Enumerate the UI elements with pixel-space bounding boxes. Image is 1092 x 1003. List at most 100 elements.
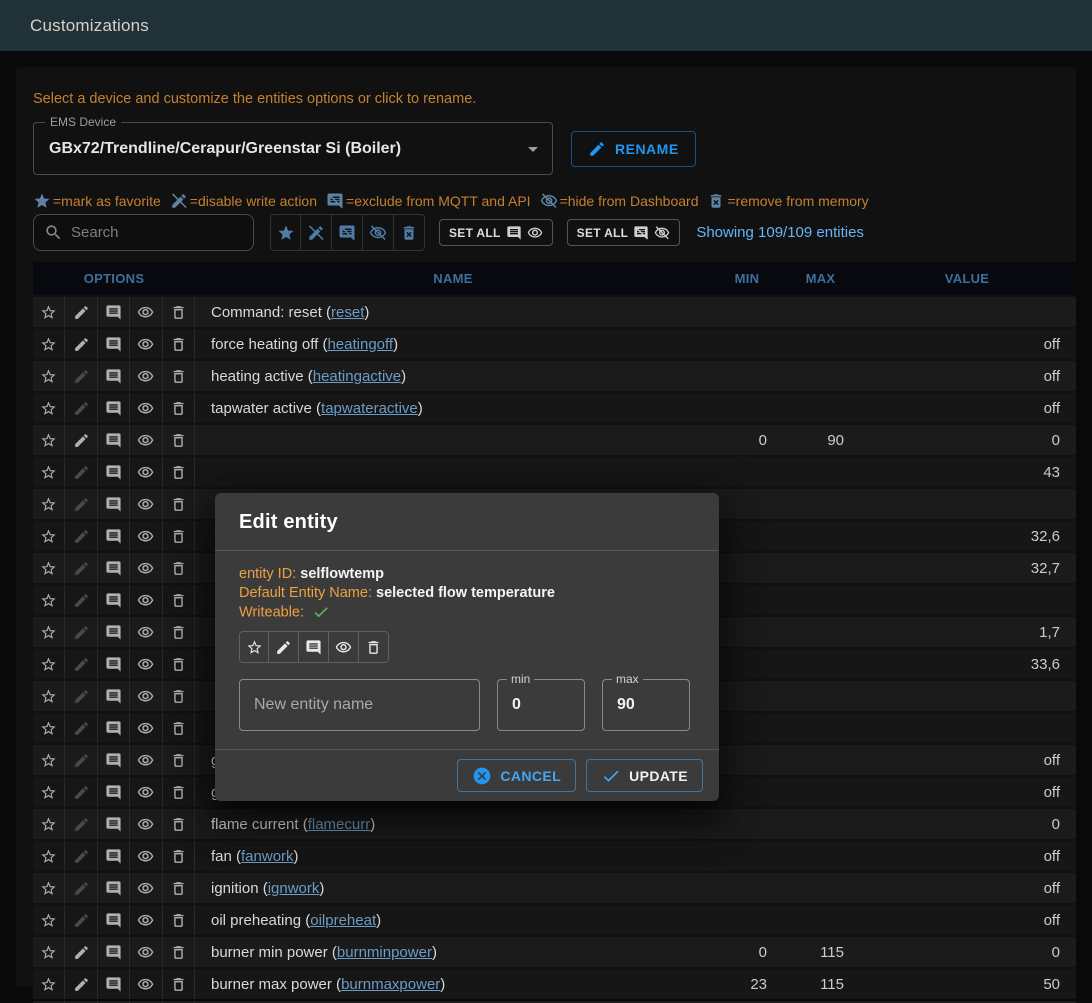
row-eye-button[interactable] [130, 329, 162, 359]
row-comment-button[interactable] [98, 617, 130, 647]
filter-edit-off-button[interactable] [301, 214, 332, 251]
row-star-outline-button[interactable] [33, 457, 65, 487]
row-edit-button[interactable] [65, 521, 97, 551]
row-comment-button[interactable] [98, 489, 130, 519]
row-edit-button[interactable] [65, 329, 97, 359]
new-entity-name-input[interactable] [240, 696, 479, 714]
row-comment-button[interactable] [98, 457, 130, 487]
row-edit-button[interactable] [65, 713, 97, 743]
row-comment-button[interactable] [98, 521, 130, 551]
row-star-outline-button[interactable] [33, 873, 65, 903]
row-edit-button[interactable] [65, 425, 97, 455]
row-comment-button[interactable] [98, 681, 130, 711]
row-edit-button[interactable] [65, 681, 97, 711]
entity-id-link[interactable]: ignwork [268, 880, 320, 897]
row-delete-outline-button[interactable] [163, 393, 195, 423]
row-eye-button[interactable] [130, 905, 162, 935]
row-edit-button[interactable] [65, 553, 97, 583]
row-star-outline-button[interactable] [33, 585, 65, 615]
row-comment-button[interactable] [98, 425, 130, 455]
row-eye-button[interactable] [130, 937, 162, 967]
row-comment-button[interactable] [98, 969, 130, 999]
table-row[interactable]: 43 [33, 457, 1076, 487]
row-edit-button[interactable] [65, 937, 97, 967]
filter-star-button[interactable] [270, 214, 301, 251]
row-delete-outline-button[interactable] [163, 713, 195, 743]
row-eye-button[interactable] [130, 649, 162, 679]
row-star-outline-button[interactable] [33, 489, 65, 519]
row-comment-button[interactable] [98, 361, 130, 391]
row-eye-button[interactable] [130, 841, 162, 871]
set-all-button[interactable]: SET ALL [567, 219, 681, 246]
dialog-edit-toggle[interactable] [269, 631, 299, 663]
entity-id-link[interactable]: fanwork [241, 848, 294, 865]
row-edit-button[interactable] [65, 457, 97, 487]
row-delete-outline-button[interactable] [163, 681, 195, 711]
entity-id-link[interactable]: heatingoff [327, 336, 393, 353]
row-delete-outline-button[interactable] [163, 937, 195, 967]
table-row[interactable]: Command: reset (reset) [33, 297, 1076, 327]
row-star-outline-button[interactable] [33, 649, 65, 679]
row-star-outline-button[interactable] [33, 393, 65, 423]
row-eye-button[interactable] [130, 969, 162, 999]
row-delete-outline-button[interactable] [163, 457, 195, 487]
row-eye-button[interactable] [130, 745, 162, 775]
row-eye-button[interactable] [130, 553, 162, 583]
row-comment-button[interactable] [98, 553, 130, 583]
max-input[interactable] [603, 696, 689, 714]
ems-device-select[interactable]: EMS Device GBx72/Trendline/Cerapur/Green… [33, 122, 553, 175]
row-edit-button[interactable] [65, 297, 97, 327]
row-edit-button[interactable] [65, 585, 97, 615]
row-eye-button[interactable] [130, 585, 162, 615]
row-eye-button[interactable] [130, 809, 162, 839]
search-input[interactable] [71, 224, 231, 241]
table-row[interactable]: heating active (heatingactive)off [33, 361, 1076, 391]
row-eye-button[interactable] [130, 873, 162, 903]
entity-id-link[interactable]: burnmaxpower [341, 976, 440, 993]
row-delete-outline-button[interactable] [163, 521, 195, 551]
row-edit-button[interactable] [65, 873, 97, 903]
row-star-outline-button[interactable] [33, 681, 65, 711]
row-star-outline-button[interactable] [33, 361, 65, 391]
row-comment-button[interactable] [98, 809, 130, 839]
row-delete-outline-button[interactable] [163, 905, 195, 935]
row-edit-button[interactable] [65, 617, 97, 647]
dialog-star-outline-toggle[interactable] [239, 631, 269, 663]
entity-id-link[interactable]: oilpreheat [310, 912, 376, 929]
row-comment-button[interactable] [98, 329, 130, 359]
row-eye-button[interactable] [130, 457, 162, 487]
row-comment-button[interactable] [98, 649, 130, 679]
filter-comment-off-button[interactable] [332, 214, 363, 251]
row-edit-button[interactable] [65, 809, 97, 839]
dialog-eye-toggle[interactable] [329, 631, 359, 663]
row-delete-outline-button[interactable] [163, 873, 195, 903]
row-delete-outline-button[interactable] [163, 745, 195, 775]
row-star-outline-button[interactable] [33, 425, 65, 455]
row-star-outline-button[interactable] [33, 937, 65, 967]
row-star-outline-button[interactable] [33, 841, 65, 871]
table-row[interactable]: oil preheating (oilpreheat)off [33, 905, 1076, 935]
row-star-outline-button[interactable] [33, 553, 65, 583]
row-delete-outline-button[interactable] [163, 649, 195, 679]
row-eye-button[interactable] [130, 297, 162, 327]
table-row[interactable]: tapwater active (tapwateractive)off [33, 393, 1076, 423]
row-star-outline-button[interactable] [33, 969, 65, 999]
row-star-outline-button[interactable] [33, 777, 65, 807]
row-comment-button[interactable] [98, 713, 130, 743]
set-all-button[interactable]: SET ALL [439, 219, 553, 246]
row-edit-button[interactable] [65, 393, 97, 423]
row-eye-button[interactable] [130, 489, 162, 519]
row-edit-button[interactable] [65, 905, 97, 935]
row-edit-button[interactable] [65, 489, 97, 519]
row-comment-button[interactable] [98, 745, 130, 775]
row-eye-button[interactable] [130, 361, 162, 391]
row-delete-outline-button[interactable] [163, 329, 195, 359]
table-row[interactable]: burner min power (burnminpower)01150 [33, 937, 1076, 967]
table-row[interactable]: flame current (flamecurr)0 [33, 809, 1076, 839]
row-edit-button[interactable] [65, 841, 97, 871]
entity-id-link[interactable]: burnminpower [337, 944, 432, 961]
row-edit-button[interactable] [65, 777, 97, 807]
cancel-button[interactable]: CANCEL [457, 759, 576, 792]
row-comment-button[interactable] [98, 393, 130, 423]
table-row[interactable]: burner max power (burnmaxpower)2311550 [33, 969, 1076, 999]
